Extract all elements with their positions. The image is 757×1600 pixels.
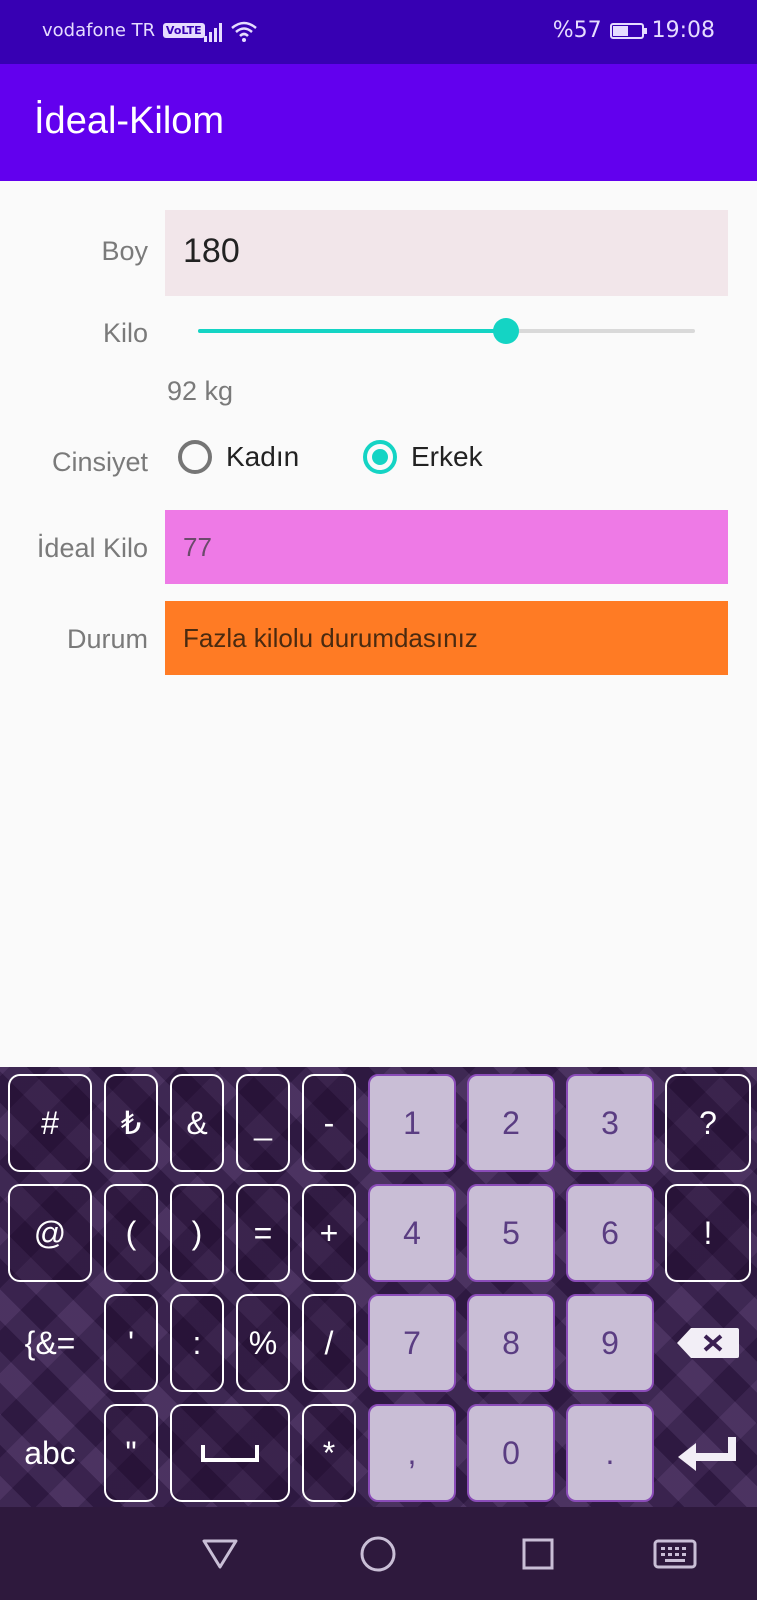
key-percent[interactable]: %: [236, 1294, 290, 1392]
key-rparen[interactable]: ): [170, 1184, 224, 1282]
battery-percent: %57: [552, 18, 602, 43]
home-icon[interactable]: [338, 1507, 418, 1600]
status-bar: vodafone TR VoLTE %57 19:08: [0, 0, 757, 64]
key-plus[interactable]: +: [302, 1184, 356, 1282]
key-7[interactable]: 7: [368, 1294, 456, 1392]
kilo-slider[interactable]: [198, 318, 695, 344]
slider-thumb[interactable]: [493, 318, 520, 344]
key-asterisk[interactable]: *: [302, 1404, 356, 1502]
key-6[interactable]: 6: [566, 1184, 654, 1282]
slider-fill: [198, 329, 507, 333]
key-abc[interactable]: abc: [8, 1404, 92, 1502]
key-ampersand[interactable]: &: [170, 1074, 224, 1172]
durum-label: Durum: [66, 624, 148, 654]
radio-kadin-label: Kadın: [226, 441, 300, 472]
key-slash[interactable]: /: [302, 1294, 356, 1392]
keyboard: # ₺ & _ - 1 2 3 ? @ ( ) = + 4 5 6 ! {&= …: [0, 1067, 757, 1507]
key-quote[interactable]: ": [104, 1404, 158, 1502]
battery-icon: [609, 22, 647, 39]
cinsiyet-label: Cinsiyet: [51, 447, 148, 477]
key-4[interactable]: 4: [368, 1184, 456, 1282]
carrier-name: vodafone TR: [42, 20, 156, 41]
backspace-icon[interactable]: [665, 1294, 751, 1392]
key-equals[interactable]: =: [236, 1184, 290, 1282]
keyboard-icon[interactable]: [635, 1507, 715, 1600]
clock: 19:08: [651, 18, 715, 43]
key-5[interactable]: 5: [467, 1184, 555, 1282]
key-comma[interactable]: ,: [368, 1404, 456, 1502]
radio-unchecked-icon[interactable]: [178, 440, 212, 474]
key-symbols[interactable]: {&=: [8, 1294, 92, 1392]
key-minus[interactable]: -: [302, 1074, 356, 1172]
back-icon[interactable]: [180, 1507, 260, 1600]
key-underscore[interactable]: _: [236, 1074, 290, 1172]
radio-kadin[interactable]: Kadın: [178, 440, 299, 474]
radio-checked-icon[interactable]: [363, 440, 397, 474]
key-3[interactable]: 3: [566, 1074, 654, 1172]
durum-field: Fazla kilolu durumdasınız: [165, 601, 728, 675]
volte-badge: VoLTE: [162, 23, 205, 38]
key-lparen[interactable]: (: [104, 1184, 158, 1282]
key-hash[interactable]: #: [8, 1074, 92, 1172]
recents-icon[interactable]: [498, 1507, 578, 1600]
key-colon[interactable]: :: [170, 1294, 224, 1392]
navigation-bar: [0, 1507, 757, 1600]
key-period[interactable]: .: [566, 1404, 654, 1502]
key-question[interactable]: ?: [665, 1074, 751, 1172]
radio-erkek-label: Erkek: [411, 441, 483, 472]
boy-input[interactable]: 180: [165, 210, 728, 296]
app-bar: İdeal-Kilom: [0, 64, 757, 181]
enter-icon[interactable]: [665, 1404, 751, 1502]
key-at[interactable]: @: [8, 1184, 92, 1282]
kilo-value: 92 kg: [167, 376, 234, 406]
key-lira[interactable]: ₺: [104, 1074, 158, 1172]
key-8[interactable]: 8: [467, 1294, 555, 1392]
kilo-label: Kilo: [102, 318, 148, 348]
ideal-kilo-field: 77: [165, 510, 728, 584]
carrier: vodafone TR VoLTE: [42, 20, 205, 41]
key-0[interactable]: 0: [467, 1404, 555, 1502]
radio-erkek[interactable]: Erkek: [363, 440, 483, 474]
boy-label: Boy: [101, 236, 148, 266]
signal-wifi-icon: [204, 21, 257, 42]
key-apostrophe[interactable]: ': [104, 1294, 158, 1392]
space-icon[interactable]: [170, 1404, 290, 1502]
key-2[interactable]: 2: [467, 1074, 555, 1172]
key-1[interactable]: 1: [368, 1074, 456, 1172]
key-9[interactable]: 9: [566, 1294, 654, 1392]
ideal-kilo-label: İdeal Kilo: [36, 533, 148, 563]
key-exclamation[interactable]: !: [665, 1184, 751, 1282]
app-title: İdeal-Kilom: [34, 100, 225, 142]
